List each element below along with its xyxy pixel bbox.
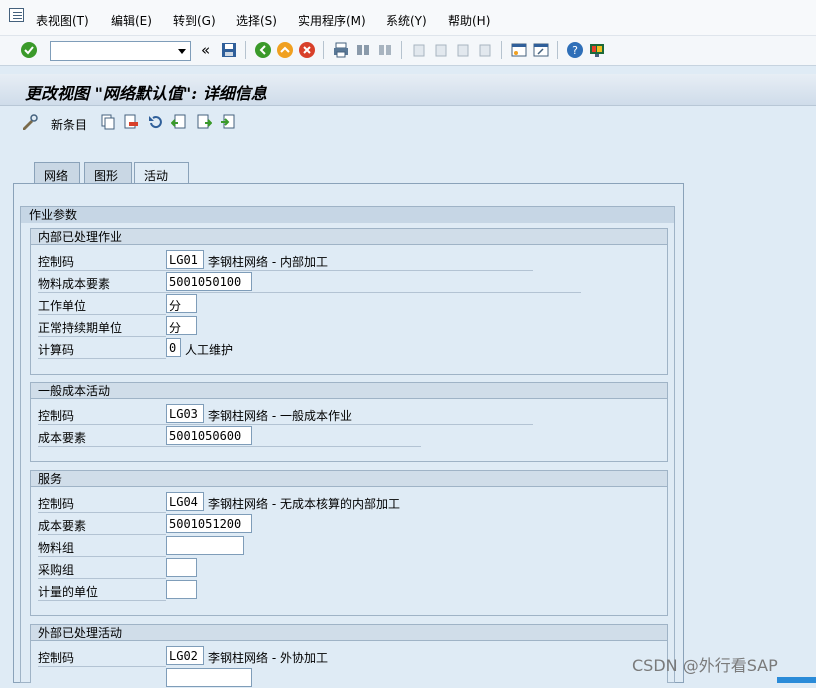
undo-icon[interactable]	[147, 114, 163, 130]
group-title: 外部已处理活动	[31, 625, 667, 641]
chevron-down-icon[interactable]	[178, 49, 186, 54]
menu-bar: 表视图(T) 编辑(E) 转到(G) 选择(S) 实用程序(M) 系统(Y) 帮…	[0, 0, 816, 36]
purchasing-group-input[interactable]	[166, 558, 197, 577]
next-page-icon[interactable]	[454, 41, 472, 59]
find-icon[interactable]	[354, 41, 372, 59]
first-page-icon[interactable]	[410, 41, 428, 59]
cost-element-input[interactable]: 5001050600	[166, 426, 252, 445]
field-label: 成本要素	[38, 431, 87, 445]
field-label: 成本要素	[38, 519, 87, 533]
group-general-cost-activity: 一般成本活动 控制码 LG03 李钢柱网络 - 一般成本作业 成本要素 5001…	[30, 382, 668, 462]
previous-entry-icon[interactable]	[171, 114, 187, 130]
order-unit-input[interactable]	[166, 580, 197, 599]
delete-icon[interactable]	[123, 114, 139, 130]
help-icon[interactable]: ?	[566, 41, 584, 59]
copy-as-icon[interactable]	[100, 114, 116, 130]
corner-accent	[777, 677, 816, 683]
tab-graphics[interactable]: 图形	[84, 162, 132, 184]
control-key-input[interactable]: LG04	[166, 492, 204, 511]
field-label: 控制码	[38, 409, 75, 423]
find-next-icon[interactable]	[376, 41, 394, 59]
group-internal-processing: 内部已处理作业 控制码 LG01 李钢柱网络 - 内部加工 物料成本要素 500…	[30, 228, 668, 375]
collapse-icon[interactable]: «	[201, 41, 210, 59]
control-key-input[interactable]: LG02	[166, 646, 204, 665]
previous-page-icon[interactable]	[432, 41, 450, 59]
enter-check-icon[interactable]	[20, 41, 38, 59]
control-key-description: 李钢柱网络 - 内部加工	[208, 255, 328, 269]
field-label: 物料组	[38, 541, 75, 555]
field-label: 采购组	[38, 563, 75, 577]
page-title: 更改视图 "网络默认值": 详细信息	[25, 84, 267, 103]
exit-icon[interactable]	[276, 41, 294, 59]
partial-input[interactable]	[166, 668, 252, 687]
menu-help[interactable]: 帮助(H)	[448, 12, 490, 29]
group-external-processing: 外部已处理活动 控制码 LG02 李钢柱网络 - 外协加工	[30, 624, 668, 687]
back-icon[interactable]	[254, 41, 272, 59]
calc-key-input[interactable]: 0	[166, 338, 181, 357]
svg-text:?: ?	[572, 44, 578, 57]
standard-toolbar: « ?	[0, 36, 816, 66]
control-key-input[interactable]: LG01	[166, 250, 204, 269]
field-label: 控制码	[38, 651, 75, 665]
new-entries-button[interactable]: 新条目	[51, 116, 87, 133]
field-label: 工作单位	[38, 299, 87, 313]
material-group-input[interactable]	[166, 536, 244, 555]
display-change-icon[interactable]	[21, 114, 39, 130]
application-toolbar: 新条目	[0, 106, 816, 140]
cost-element-input[interactable]: 5001051200	[166, 514, 252, 533]
section-title: 作业参数	[21, 207, 674, 223]
work-unit-input[interactable]: 分	[166, 294, 197, 313]
last-page-icon[interactable]	[476, 41, 494, 59]
menu-selection[interactable]: 选择(S)	[236, 12, 277, 29]
next-entry-icon[interactable]	[196, 114, 212, 130]
tab-activity[interactable]: 活动	[134, 162, 189, 185]
field-label: 计量的单位	[38, 585, 99, 599]
new-session-icon[interactable]	[510, 41, 528, 59]
system-menu-icon[interactable]	[9, 8, 24, 22]
menu-utilities[interactable]: 实用程序(M)	[298, 12, 366, 29]
group-title: 服务	[31, 471, 667, 487]
field-label: 正常持续期单位	[38, 321, 123, 335]
group-title: 内部已处理作业	[31, 229, 667, 245]
select-all-icon[interactable]	[220, 114, 236, 130]
field-label: 计算码	[38, 343, 75, 357]
group-service: 服务 控制码 LG04 李钢柱网络 - 无成本核算的内部加工 成本要素 5001…	[30, 470, 668, 616]
title-bar: 更改视图 "网络默认值": 详细信息	[0, 74, 816, 106]
menu-goto[interactable]: 转到(G)	[173, 12, 216, 29]
control-key-description: 李钢柱网络 - 外协加工	[208, 651, 328, 665]
field-label: 物料成本要素	[38, 277, 111, 291]
control-key-description: 李钢柱网络 - 一般成本作业	[208, 409, 352, 423]
cost-element-input[interactable]: 5001050100	[166, 272, 252, 291]
tab-network[interactable]: 网络	[34, 162, 80, 184]
print-icon[interactable]	[332, 41, 350, 59]
menu-table-view[interactable]: 表视图(T)	[36, 12, 89, 29]
group-title: 一般成本活动	[31, 383, 667, 399]
cancel-icon[interactable]	[298, 41, 316, 59]
save-icon[interactable]	[220, 41, 238, 59]
duration-unit-input[interactable]: 分	[166, 316, 197, 335]
shortcut-icon[interactable]	[532, 41, 550, 59]
field-label: 控制码	[38, 255, 75, 269]
customize-layout-icon[interactable]	[588, 41, 606, 59]
control-key-input[interactable]: LG03	[166, 404, 204, 423]
watermark: CSDN @外行看SAP	[632, 656, 778, 675]
field-label: 控制码	[38, 497, 75, 511]
calc-key-description: 人工维护	[185, 343, 234, 357]
control-key-description: 李钢柱网络 - 无成本核算的内部加工	[208, 497, 400, 511]
command-field[interactable]	[50, 41, 191, 61]
menu-edit[interactable]: 编辑(E)	[111, 12, 152, 29]
menu-system[interactable]: 系统(Y)	[386, 12, 427, 29]
